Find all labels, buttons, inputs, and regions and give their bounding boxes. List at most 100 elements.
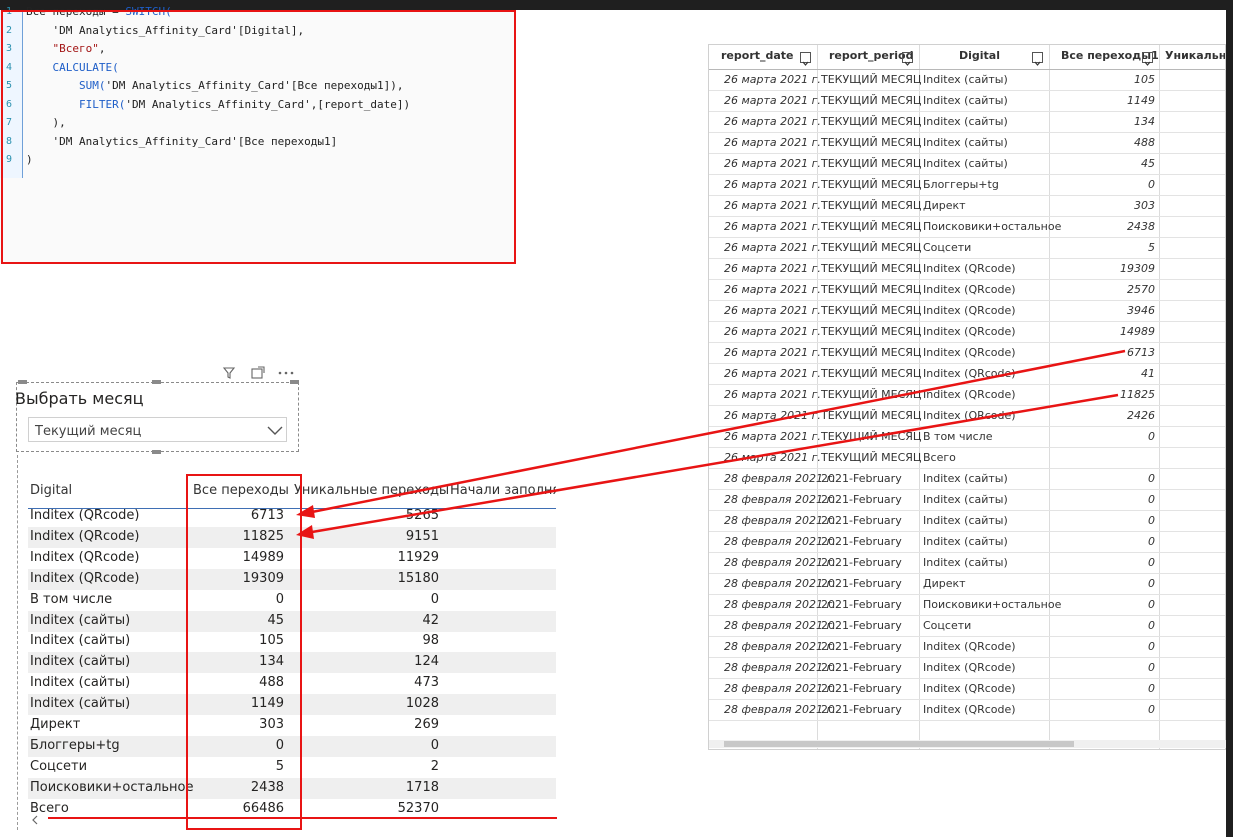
cell-report-period[interactable]: ТЕКУЩИЙ МЕСЯЦ: [821, 136, 921, 149]
cell-report-period[interactable]: ТЕКУЩИЙ МЕСЯЦ: [821, 451, 921, 464]
cell-all-clicks1[interactable]: 0: [1055, 577, 1155, 590]
cell-report-date[interactable]: 26 марта 2021 г.: [724, 220, 821, 233]
cell-all-clicks1[interactable]: 0: [1055, 493, 1155, 506]
cell-digital[interactable]: Inditex (сайты): [923, 472, 1008, 485]
cell-digital[interactable]: Соцсети: [923, 619, 971, 632]
cell-report-period[interactable]: 2021-February: [821, 577, 902, 590]
resize-handle[interactable]: [152, 380, 161, 384]
cell-all-clicks1[interactable]: 0: [1055, 430, 1155, 443]
cell-report-period[interactable]: 2021-February: [821, 703, 902, 716]
cell-digital[interactable]: Inditex (сайты): [923, 535, 1008, 548]
cell-report-period[interactable]: 2021-February: [821, 598, 902, 611]
cell-report-period[interactable]: ТЕКУЩИЙ МЕСЯЦ: [821, 367, 921, 380]
cell-report-period[interactable]: ТЕКУЩИЙ МЕСЯЦ: [821, 220, 921, 233]
data-column-header[interactable]: Digital: [959, 49, 1000, 69]
cell-all-clicks1[interactable]: 6713: [1055, 346, 1155, 359]
cell-digital[interactable]: Inditex (сайты): [923, 73, 1008, 86]
cell-digital[interactable]: Поисковики+остальное: [923, 598, 1061, 611]
cell-report-date[interactable]: 26 марта 2021 г.: [724, 94, 821, 107]
cell-all-clicks1[interactable]: 0: [1055, 640, 1155, 653]
column-header-started-filling[interactable]: Начали заполнят: [450, 483, 556, 498]
resize-handle[interactable]: [18, 380, 27, 384]
cell-all-clicks1[interactable]: 0: [1055, 661, 1155, 674]
cell-report-date[interactable]: 28 февраля 2021 г.: [724, 640, 836, 653]
cell-all-clicks1[interactable]: 2438: [1055, 220, 1155, 233]
cell-report-date[interactable]: 28 февраля 2021 г.: [724, 577, 836, 590]
cell-report-period[interactable]: ТЕКУЩИЙ МЕСЯЦ: [821, 346, 921, 359]
cell-digital[interactable]: Inditex (QRcode): [923, 325, 1016, 338]
cell-report-date[interactable]: 26 марта 2021 г.: [724, 157, 821, 170]
cell-digital[interactable]: Inditex (QRcode): [923, 388, 1016, 401]
cell-digital[interactable]: Inditex (сайты): [923, 136, 1008, 149]
data-view-scroll-thumb[interactable]: [724, 741, 1074, 747]
column-filter-icon[interactable]: [902, 52, 913, 66]
column-filter-icon[interactable]: [800, 52, 811, 66]
cell-digital[interactable]: Inditex (QRcode): [923, 262, 1016, 275]
cell-report-period[interactable]: 2021-February: [821, 661, 902, 674]
cell-all-clicks1[interactable]: 45: [1055, 157, 1155, 170]
cell-report-date[interactable]: 26 марта 2021 г.: [724, 262, 821, 275]
column-filter-icon[interactable]: [1142, 52, 1153, 66]
cell-all-clicks1[interactable]: 0: [1055, 619, 1155, 632]
cell-all-clicks1[interactable]: 0: [1055, 178, 1155, 191]
cell-digital[interactable]: Inditex (QRcode): [923, 703, 1016, 716]
cell-digital[interactable]: Inditex (сайты): [923, 514, 1008, 527]
cell-report-period[interactable]: ТЕКУЩИЙ МЕСЯЦ: [821, 304, 921, 317]
cell-report-period[interactable]: ТЕКУЩИЙ МЕСЯЦ: [821, 94, 921, 107]
cell-report-date[interactable]: 26 марта 2021 г.: [724, 73, 821, 86]
cell-report-period[interactable]: ТЕКУЩИЙ МЕСЯЦ: [821, 157, 921, 170]
filter-icon[interactable]: [222, 367, 236, 379]
cell-report-date[interactable]: 28 февраля 2021 г.: [724, 598, 836, 611]
cell-all-clicks1[interactable]: 19309: [1055, 262, 1155, 275]
cell-digital[interactable]: Директ: [923, 199, 966, 212]
cell-report-period[interactable]: 2021-February: [821, 640, 902, 653]
cell-all-clicks1[interactable]: 0: [1055, 598, 1155, 611]
resize-handle[interactable]: [290, 380, 299, 384]
cell-digital[interactable]: Inditex (QRcode): [923, 682, 1016, 695]
more-options-icon[interactable]: [278, 371, 294, 375]
cell-all-clicks1[interactable]: 303: [1055, 199, 1155, 212]
cell-digital[interactable]: Inditex (QRcode): [923, 409, 1016, 422]
cell-digital[interactable]: Директ: [923, 577, 966, 590]
cell-digital[interactable]: Блоггеры+tg: [923, 178, 999, 191]
cell-digital[interactable]: Inditex (сайты): [923, 115, 1008, 128]
cell-report-period[interactable]: 2021-February: [821, 472, 902, 485]
cell-report-period[interactable]: 2021-February: [821, 619, 902, 632]
cell-all-clicks1[interactable]: 0: [1055, 514, 1155, 527]
cell-report-period[interactable]: ТЕКУЩИЙ МЕСЯЦ: [821, 325, 921, 338]
cell-all-clicks1[interactable]: 3946: [1055, 304, 1155, 317]
cell-digital[interactable]: Соцсети: [923, 241, 971, 254]
cell-report-period[interactable]: ТЕКУЩИЙ МЕСЯЦ: [821, 262, 921, 275]
cell-report-date[interactable]: 26 марта 2021 г.: [724, 430, 821, 443]
cell-report-date[interactable]: 26 марта 2021 г.: [724, 178, 821, 191]
cell-report-date[interactable]: 26 марта 2021 г.: [724, 409, 821, 422]
cell-all-clicks1[interactable]: 41: [1055, 367, 1155, 380]
cell-digital[interactable]: Inditex (сайты): [923, 94, 1008, 107]
cell-digital[interactable]: Inditex (сайты): [923, 556, 1008, 569]
cell-report-date[interactable]: 28 февраля 2021 г.: [724, 703, 836, 716]
cell-report-date[interactable]: 26 марта 2021 г.: [724, 388, 821, 401]
cell-report-date[interactable]: 26 марта 2021 г.: [724, 304, 821, 317]
cell-report-date[interactable]: 26 марта 2021 г.: [724, 241, 821, 254]
cell-all-clicks1[interactable]: 14989: [1055, 325, 1155, 338]
chevron-down-icon[interactable]: [267, 424, 283, 436]
cell-report-date[interactable]: 28 февраля 2021 г.: [724, 535, 836, 548]
cell-all-clicks1[interactable]: 0: [1055, 682, 1155, 695]
cell-report-date[interactable]: 28 февраля 2021 г.: [724, 472, 836, 485]
cell-all-clicks1[interactable]: 488: [1055, 136, 1155, 149]
cell-digital[interactable]: В том числе: [923, 430, 992, 443]
cell-report-date[interactable]: 28 февраля 2021 г.: [724, 619, 836, 632]
cell-all-clicks1[interactable]: 2426: [1055, 409, 1155, 422]
cell-all-clicks1[interactable]: 105: [1055, 73, 1155, 86]
cell-all-clicks1[interactable]: 0: [1055, 703, 1155, 716]
cell-report-period[interactable]: ТЕКУЩИЙ МЕСЯЦ: [821, 409, 921, 422]
cell-report-date[interactable]: 26 марта 2021 г.: [724, 136, 821, 149]
cell-report-period[interactable]: ТЕКУЩИЙ МЕСЯЦ: [821, 199, 921, 212]
column-header-digital[interactable]: Digital: [30, 483, 72, 498]
cell-report-date[interactable]: 26 марта 2021 г.: [724, 367, 821, 380]
cell-digital[interactable]: Inditex (QRcode): [923, 304, 1016, 317]
cell-report-period[interactable]: 2021-February: [821, 556, 902, 569]
cell-all-clicks1[interactable]: 11825: [1055, 388, 1155, 401]
cell-report-period[interactable]: ТЕКУЩИЙ МЕСЯЦ: [821, 178, 921, 191]
cell-report-period[interactable]: ТЕКУЩИЙ МЕСЯЦ: [821, 388, 921, 401]
